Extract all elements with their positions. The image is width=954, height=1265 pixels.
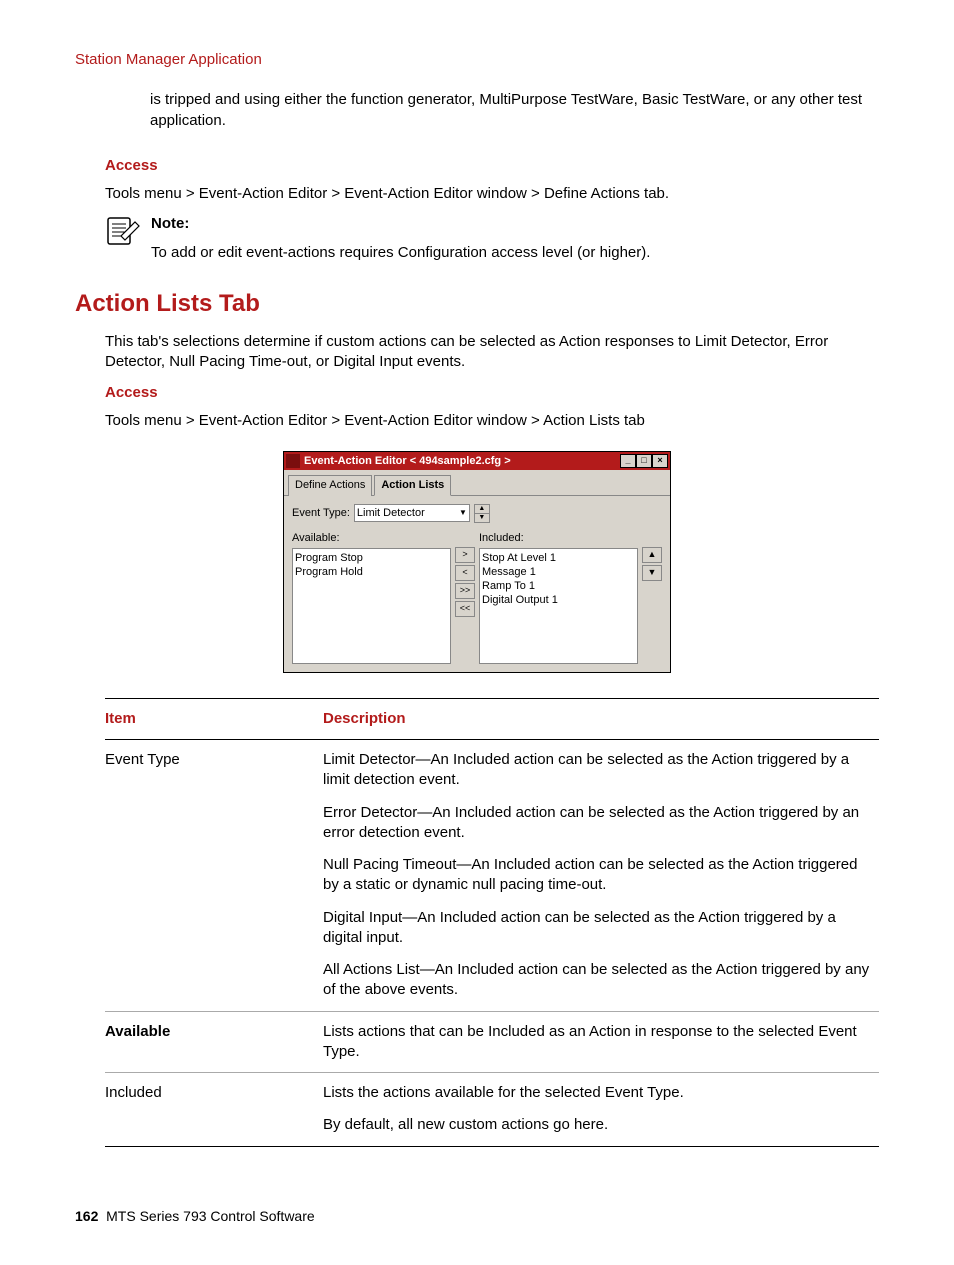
list-item[interactable]: Digital Output 1 [482, 593, 635, 607]
maximize-button[interactable]: □ [636, 454, 652, 468]
page-footer: 162 MTS Series 793 Control Software [75, 1207, 879, 1226]
table-row: Event TypeLimit Detector—An Included act… [105, 740, 879, 1012]
included-listbox[interactable]: Stop At Level 1Message 1Ramp To 1Digital… [479, 548, 638, 664]
access-path-2: Tools menu > Event-Action Editor > Event… [105, 411, 879, 431]
section-intro: This tab's selections determine if custo… [105, 332, 879, 373]
row-item: Available [105, 1011, 323, 1073]
included-label: Included: [479, 531, 638, 546]
tab-define-actions[interactable]: Define Actions [288, 475, 372, 496]
minimize-button[interactable]: _ [620, 454, 636, 468]
list-item[interactable]: Ramp To 1 [482, 579, 635, 593]
description-block: Limit Detector—An Included action can be… [323, 750, 871, 791]
list-item[interactable]: Stop At Level 1 [482, 551, 635, 565]
move-down-button[interactable]: ▼ [642, 565, 662, 581]
row-description: Limit Detector—An Included action can be… [323, 740, 879, 1012]
note-label: Note: [151, 214, 879, 234]
tab-action-lists[interactable]: Action Lists [374, 475, 451, 496]
access-path-1: Tools menu > Event-Action Editor > Event… [105, 184, 879, 204]
available-label: Available: [292, 531, 451, 546]
event-type-value: Limit Detector [357, 506, 425, 521]
access-label-1: Access [105, 156, 879, 176]
description-block: Error Detector—An Included action can be… [323, 803, 871, 844]
section-heading: Action Lists Tab [75, 288, 879, 320]
move-all-left-button[interactable]: << [455, 601, 475, 617]
description-block: All Actions List—An Included action can … [323, 960, 871, 1001]
available-listbox[interactable]: Program StopProgram Hold [292, 548, 451, 664]
tab-row: Define Actions Action Lists [284, 470, 670, 496]
move-up-button[interactable]: ▲ [642, 547, 662, 563]
spinner-down-icon[interactable]: ▼ [475, 514, 489, 522]
description-block: Digital Input—An Included action can be … [323, 908, 871, 949]
access-label-2: Access [105, 383, 879, 403]
table-header-item: Item [105, 698, 323, 739]
event-action-editor-window: Event-Action Editor < 494sample2.cfg > _… [283, 451, 671, 673]
table-row: IncludedLists the actions available for … [105, 1073, 879, 1147]
chevron-down-icon: ▼ [459, 508, 467, 519]
move-all-right-button[interactable]: >> [455, 583, 475, 599]
footer-title: MTS Series 793 Control Software [106, 1208, 315, 1224]
continuation-paragraph: is tripped and using either the function… [150, 90, 879, 131]
row-item: Included [105, 1073, 323, 1147]
list-item[interactable]: Program Hold [295, 565, 448, 579]
window-title: Event-Action Editor < 494sample2.cfg > [304, 454, 620, 469]
titlebar: Event-Action Editor < 494sample2.cfg > _… [284, 452, 670, 470]
table-header-description: Description [323, 698, 879, 739]
note-icon [105, 214, 143, 254]
description-table: Item Description Event TypeLimit Detecto… [105, 698, 879, 1147]
list-item[interactable]: Program Stop [295, 551, 448, 565]
row-item: Event Type [105, 740, 323, 1012]
note-block: Note: To add or edit event-actions requi… [105, 214, 879, 263]
event-type-spinner[interactable]: ▲ ▼ [474, 504, 490, 523]
move-left-button[interactable]: < [455, 565, 475, 581]
close-button[interactable]: × [652, 454, 668, 468]
row-description: Lists actions that can be Included as an… [323, 1011, 879, 1073]
spinner-up-icon[interactable]: ▲ [475, 505, 489, 514]
page-number: 162 [75, 1208, 98, 1224]
description-block: Lists the actions available for the sele… [323, 1083, 871, 1103]
table-row: AvailableLists actions that can be Inclu… [105, 1011, 879, 1073]
note-text: To add or edit event-actions requires Co… [151, 243, 879, 263]
description-block: Null Pacing Timeout—An Included action c… [323, 855, 871, 896]
move-right-button[interactable]: > [455, 547, 475, 563]
row-description: Lists the actions available for the sele… [323, 1073, 879, 1147]
app-icon [286, 454, 300, 468]
event-type-dropdown[interactable]: Limit Detector ▼ [354, 504, 470, 522]
running-header: Station Manager Application [75, 50, 879, 70]
list-item[interactable]: Message 1 [482, 565, 635, 579]
description-block: By default, all new custom actions go he… [323, 1115, 871, 1135]
event-type-label: Event Type: [292, 506, 350, 521]
description-block: Lists actions that can be Included as an… [323, 1022, 871, 1063]
